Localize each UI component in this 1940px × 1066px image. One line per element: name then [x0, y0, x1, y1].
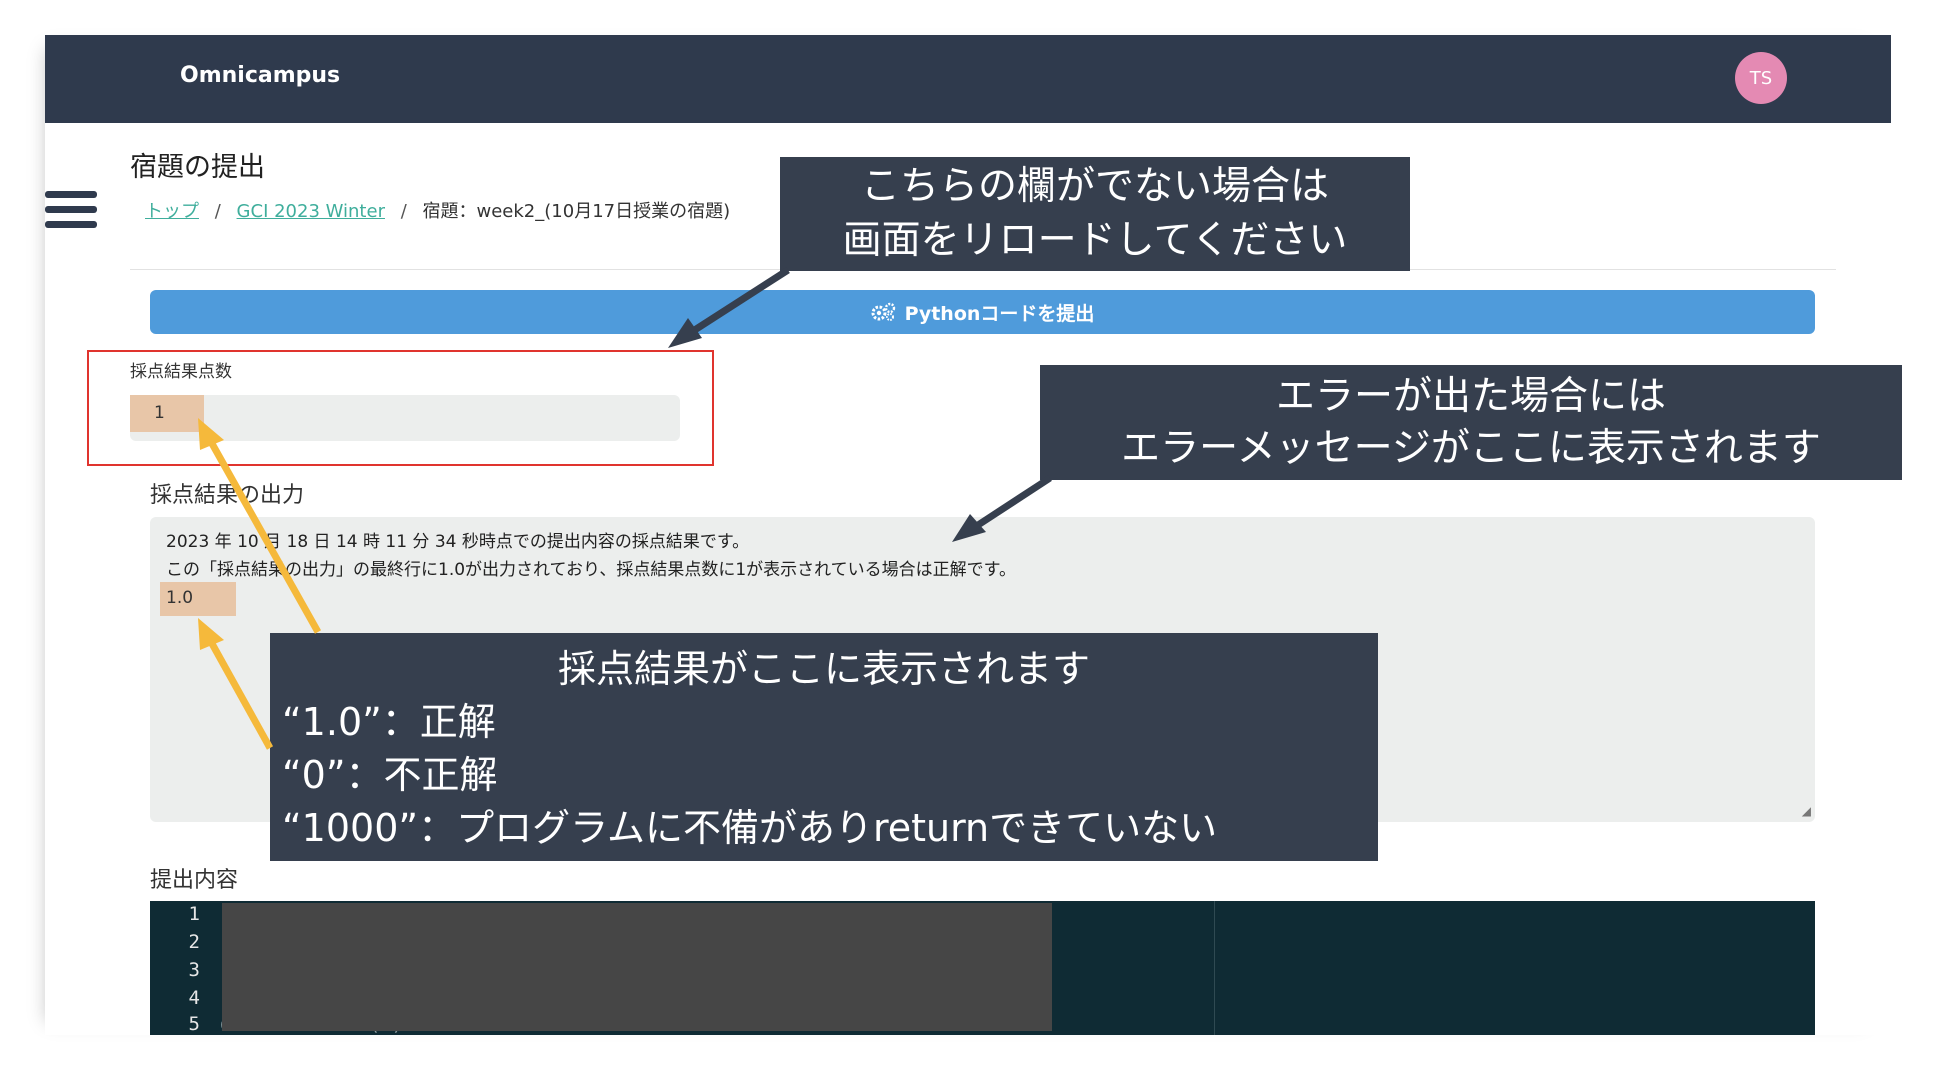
arrow-dark-2 — [973, 475, 1052, 530]
arrowhead-dark-1 — [668, 318, 702, 348]
arrowhead-dark-2 — [952, 514, 986, 542]
arrowhead-yellow-1 — [198, 418, 224, 450]
arrow-yellow-2 — [206, 638, 274, 750]
arrowhead-yellow-2 — [198, 618, 224, 650]
annotation-arrows — [198, 267, 1052, 750]
arrow-dark-1 — [688, 267, 790, 336]
arrow-yellow-1 — [206, 438, 322, 634]
